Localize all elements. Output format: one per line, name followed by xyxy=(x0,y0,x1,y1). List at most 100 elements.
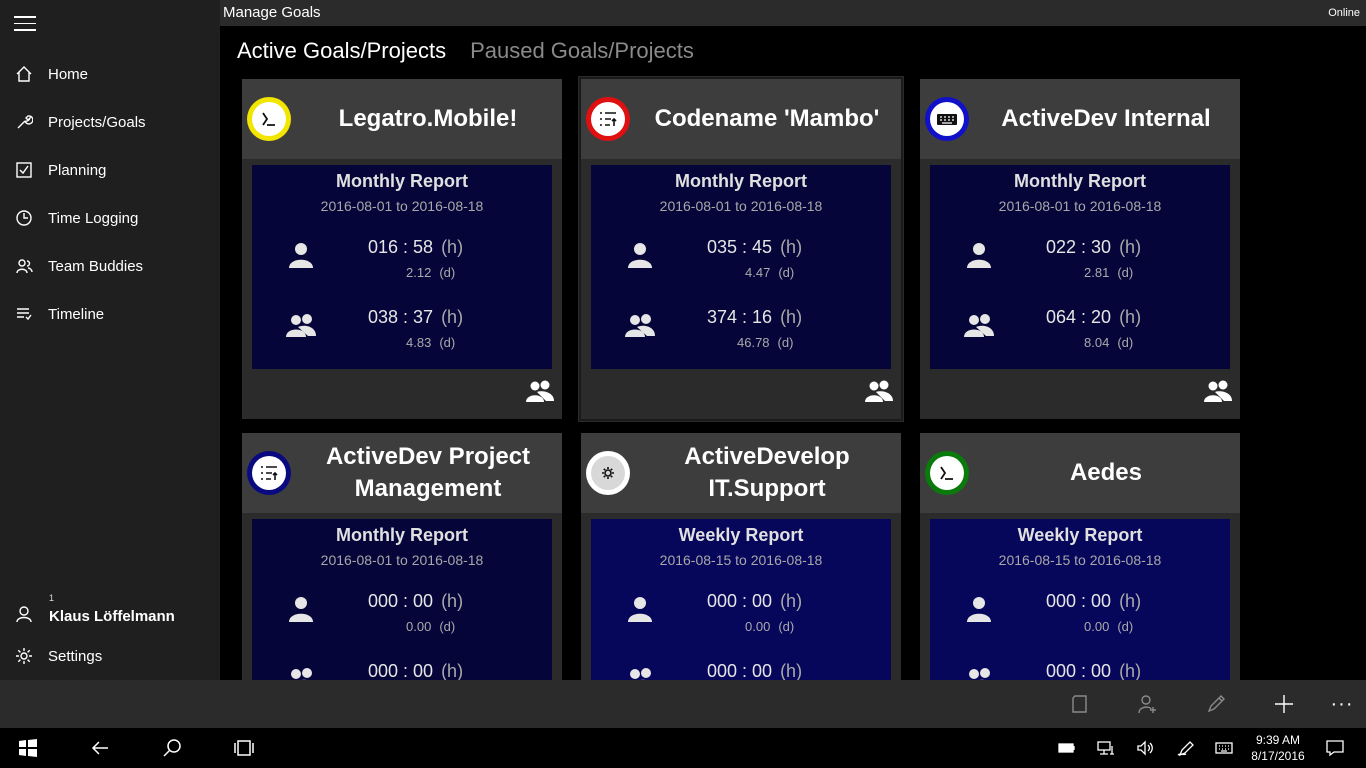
my-days: 0.00 (d) xyxy=(745,619,794,634)
tab-active-goals[interactable]: Active Goals/Projects xyxy=(237,38,446,64)
page-title: Manage Goals xyxy=(223,4,321,21)
team-icon xyxy=(0,257,48,275)
my-hours-value: 000 : 00 xyxy=(707,591,773,611)
command-bar: ··· xyxy=(0,680,1366,728)
add-person-icon[interactable] xyxy=(1135,692,1159,716)
hours-unit: (h) xyxy=(1119,307,1142,327)
team-hours-value: 064 : 20 xyxy=(1046,307,1112,327)
person-icon xyxy=(286,241,316,269)
report-panel: Monthly Report 2016-08-01 to 2016-08-18 … xyxy=(252,165,552,369)
card-header: ActiveDevelop IT.Support xyxy=(581,433,901,513)
more-icon[interactable]: ··· xyxy=(1330,692,1354,716)
card-header: Codename 'Mambo' xyxy=(581,79,901,159)
days-unit: (d) xyxy=(439,619,456,634)
card-header: Legatro.Mobile! xyxy=(242,79,562,159)
nav-label: Time Logging xyxy=(48,209,139,227)
nav-timeline[interactable]: Timeline xyxy=(0,292,220,336)
team-hours: 374 : 16 (h) xyxy=(707,307,802,328)
days-unit: (d) xyxy=(778,265,795,280)
person-icon xyxy=(964,241,994,269)
goal-title: ActiveDevelop IT.Support xyxy=(684,443,850,502)
nav-projects-goals[interactable]: Projects/Goals xyxy=(0,100,220,144)
tab-paused-goals[interactable]: Paused Goals/Projects xyxy=(470,38,694,64)
goal-card[interactable]: ActiveDev Project Management Monthly Rep… xyxy=(242,433,562,680)
team-days: 8.04 (d) xyxy=(1084,335,1133,350)
report-range: 2016-08-15 to 2016-08-18 xyxy=(659,552,823,568)
pen-icon[interactable] xyxy=(1177,740,1195,757)
person-icon xyxy=(625,241,655,269)
goal-card[interactable]: Aedes Weekly Report 2016-08-15 to 2016-0… xyxy=(920,433,1240,680)
goal-icon-ring xyxy=(925,451,969,495)
my-days-value: 4.47 xyxy=(745,265,771,280)
nav-home[interactable]: Home xyxy=(0,52,220,96)
days-unit: (d) xyxy=(439,335,456,350)
my-hours: 000 : 00 (h) xyxy=(1046,591,1141,612)
days-unit: (d) xyxy=(777,335,794,350)
goal-title: ActiveDev Internal xyxy=(1001,105,1211,132)
team-hours-value: 000 : 00 xyxy=(1046,661,1112,680)
nav-team-buddies[interactable]: Team Buddies xyxy=(0,244,220,288)
team-members-icon[interactable] xyxy=(865,379,893,403)
group-icon xyxy=(964,311,994,339)
team-days: 4.83 (d) xyxy=(406,335,455,350)
days-unit: (d) xyxy=(1117,619,1134,634)
team-hours-value: 038 : 37 xyxy=(368,307,434,327)
hours-unit: (h) xyxy=(441,307,464,327)
volume-icon[interactable] xyxy=(1136,740,1154,756)
connection-status: Online xyxy=(1328,7,1360,19)
hours-unit: (h) xyxy=(1119,591,1142,611)
battery-icon[interactable] xyxy=(1058,740,1076,756)
clock-date: 8/17/2016 xyxy=(1251,749,1305,763)
card-header: ActiveDev Project Management xyxy=(242,433,562,513)
my-hours-value: 016 : 58 xyxy=(368,237,434,257)
team-hours-value: 000 : 00 xyxy=(707,661,773,680)
windows-start-icon[interactable] xyxy=(16,736,40,760)
nav-label: Planning xyxy=(48,161,107,179)
person-icon xyxy=(0,605,48,623)
timeline-icon xyxy=(0,305,48,323)
team-days-value: 4.83 xyxy=(406,335,432,350)
nav-planning[interactable]: Planning xyxy=(0,148,220,192)
nav-time-logging[interactable]: Time Logging xyxy=(0,196,220,240)
goal-card[interactable]: ActiveDevelop IT.Support Weekly Report 2… xyxy=(581,433,901,680)
hours-unit: (h) xyxy=(780,237,803,257)
title-bar: Manage Goals Online xyxy=(220,0,1366,26)
goal-icon-ring xyxy=(247,451,291,495)
page-icon[interactable] xyxy=(1068,692,1092,716)
action-center-icon[interactable] xyxy=(1326,740,1344,757)
my-days-value: 0.00 xyxy=(745,619,771,634)
goal-card[interactable]: ActiveDev Internal Monthly Report 2016-0… xyxy=(920,79,1240,419)
edit-icon[interactable] xyxy=(1204,692,1228,716)
team-hours: 000 : 00 (h) xyxy=(1046,661,1141,680)
task-view-icon[interactable] xyxy=(232,736,256,760)
add-icon[interactable] xyxy=(1272,692,1296,716)
nav-label: Team Buddies xyxy=(48,257,144,275)
my-hours-value: 035 : 45 xyxy=(707,237,773,257)
back-arrow-icon[interactable] xyxy=(88,736,112,760)
search-icon[interactable] xyxy=(160,736,184,760)
my-hours: 000 : 00 (h) xyxy=(368,591,463,612)
team-members-icon[interactable] xyxy=(526,379,554,403)
group-icon xyxy=(286,311,316,339)
my-days: 0.00 (d) xyxy=(406,619,455,634)
goal-card[interactable]: Codename 'Mambo' Monthly Report 2016-08-… xyxy=(579,77,903,421)
goal-card[interactable]: Legatro.Mobile! Monthly Report 2016-08-0… xyxy=(242,79,562,419)
user-account[interactable]: 1 Klaus Löffelmann xyxy=(0,592,220,636)
nav-settings[interactable]: Settings xyxy=(0,634,220,678)
team-members-icon[interactable] xyxy=(1204,379,1232,403)
hours-unit: (h) xyxy=(441,237,464,257)
days-unit: (d) xyxy=(439,265,456,280)
home-icon xyxy=(0,65,48,83)
team-hours-value: 374 : 16 xyxy=(707,307,773,327)
report-panel: Weekly Report 2016-08-15 to 2016-08-18 0… xyxy=(930,519,1230,680)
my-hours: 000 : 00 (h) xyxy=(707,591,802,612)
person-icon xyxy=(625,595,655,623)
nav-label: Settings xyxy=(48,647,103,665)
goal-icon-ring xyxy=(586,451,630,495)
hamburger-menu-icon[interactable] xyxy=(14,16,36,32)
tasklist-icon xyxy=(591,102,625,136)
hours-unit: (h) xyxy=(441,591,464,611)
touch-keyboard-icon[interactable] xyxy=(1215,740,1233,756)
network-icon[interactable] xyxy=(1097,740,1115,756)
system-clock[interactable]: 9:39 AM 8/17/2016 xyxy=(1246,732,1310,764)
